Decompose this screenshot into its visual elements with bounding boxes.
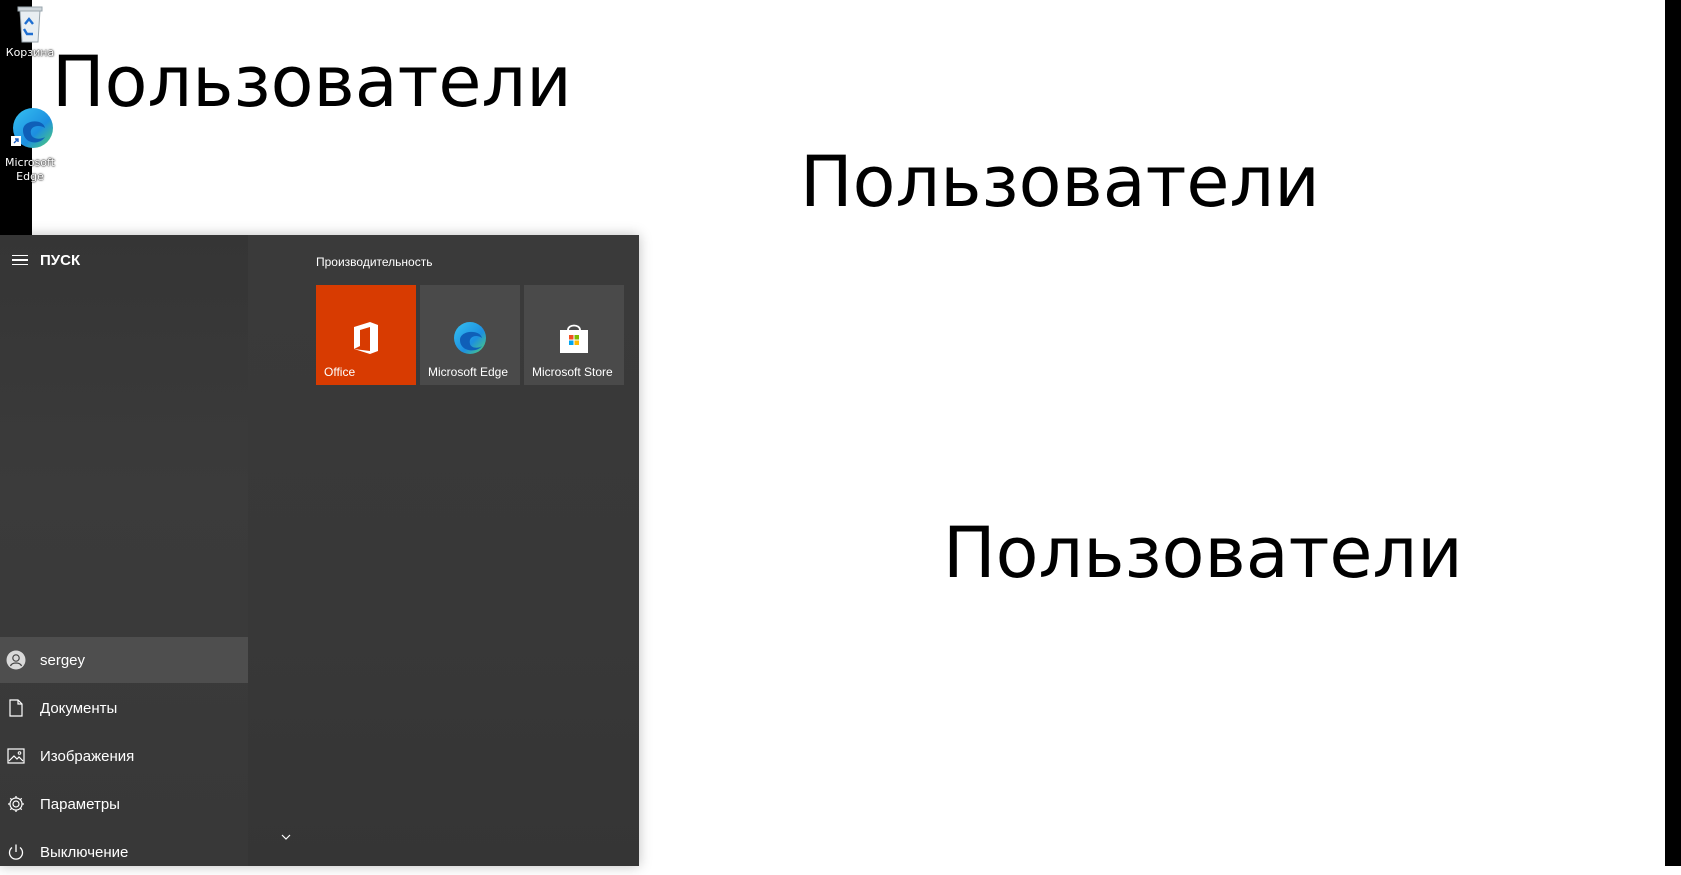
page-heading: Пользователи	[800, 141, 1320, 223]
pictures-icon	[0, 733, 32, 779]
tile-microsoft-store[interactable]: Microsoft Store	[524, 285, 624, 385]
start-menu-sidebar: ПУСК sergey Документы Изображения Параме…	[0, 235, 248, 866]
desktop-right-edge	[1665, 0, 1681, 866]
tile-label: Microsoft Edge	[428, 365, 509, 379]
tile-group-title[interactable]: Производительность	[316, 255, 432, 269]
sidebar-item-label: Документы	[40, 699, 118, 717]
desktop-icon-label: Microsoft	[4, 156, 56, 169]
sidebar-item-user[interactable]: sergey	[0, 637, 248, 683]
page-heading: Пользователи	[943, 512, 1463, 594]
page-heading: Пользователи	[52, 41, 572, 123]
chevron-down-icon[interactable]	[278, 829, 294, 845]
start-menu-title: ПУСК	[40, 251, 81, 269]
sidebar-item-label: Изображения	[40, 747, 135, 765]
hamburger-menu-icon[interactable]	[0, 243, 40, 277]
gear-icon	[0, 781, 32, 827]
desktop-icon-label: Edge	[16, 170, 44, 183]
sidebar-item-pictures[interactable]: Изображения	[0, 733, 248, 779]
sidebar-item-label: Параметры	[40, 795, 120, 813]
sidebar-item-label: sergey	[40, 651, 86, 669]
user-avatar-icon	[0, 637, 32, 683]
edge-icon	[0, 104, 60, 156]
desktop-icon-edge[interactable]: Microsoft Edge	[0, 104, 60, 184]
tile-office[interactable]: Office	[316, 285, 416, 385]
power-icon	[0, 829, 32, 875]
tile-label: Office	[324, 365, 356, 379]
office-icon	[347, 319, 385, 357]
edge-icon	[451, 319, 489, 357]
sidebar-item-settings[interactable]: Параметры	[0, 781, 248, 827]
sidebar-item-documents[interactable]: Документы	[0, 685, 248, 731]
sidebar-item-label: Выключение	[40, 843, 129, 861]
start-menu: ПУСК sergey Документы Изображения Параме…	[0, 235, 639, 866]
tile-label: Microsoft Store	[532, 365, 613, 379]
recycle-bin-icon	[0, 2, 60, 46]
document-icon	[0, 685, 32, 731]
desktop-icon-recycle-bin[interactable]: Корзина	[0, 2, 60, 60]
start-menu-header: ПУСК	[0, 243, 80, 277]
store-icon	[555, 319, 593, 357]
tile-microsoft-edge[interactable]: Microsoft Edge	[420, 285, 520, 385]
desktop-icon-label: Корзина	[5, 46, 55, 59]
sidebar-item-power[interactable]: Выключение	[0, 829, 248, 875]
